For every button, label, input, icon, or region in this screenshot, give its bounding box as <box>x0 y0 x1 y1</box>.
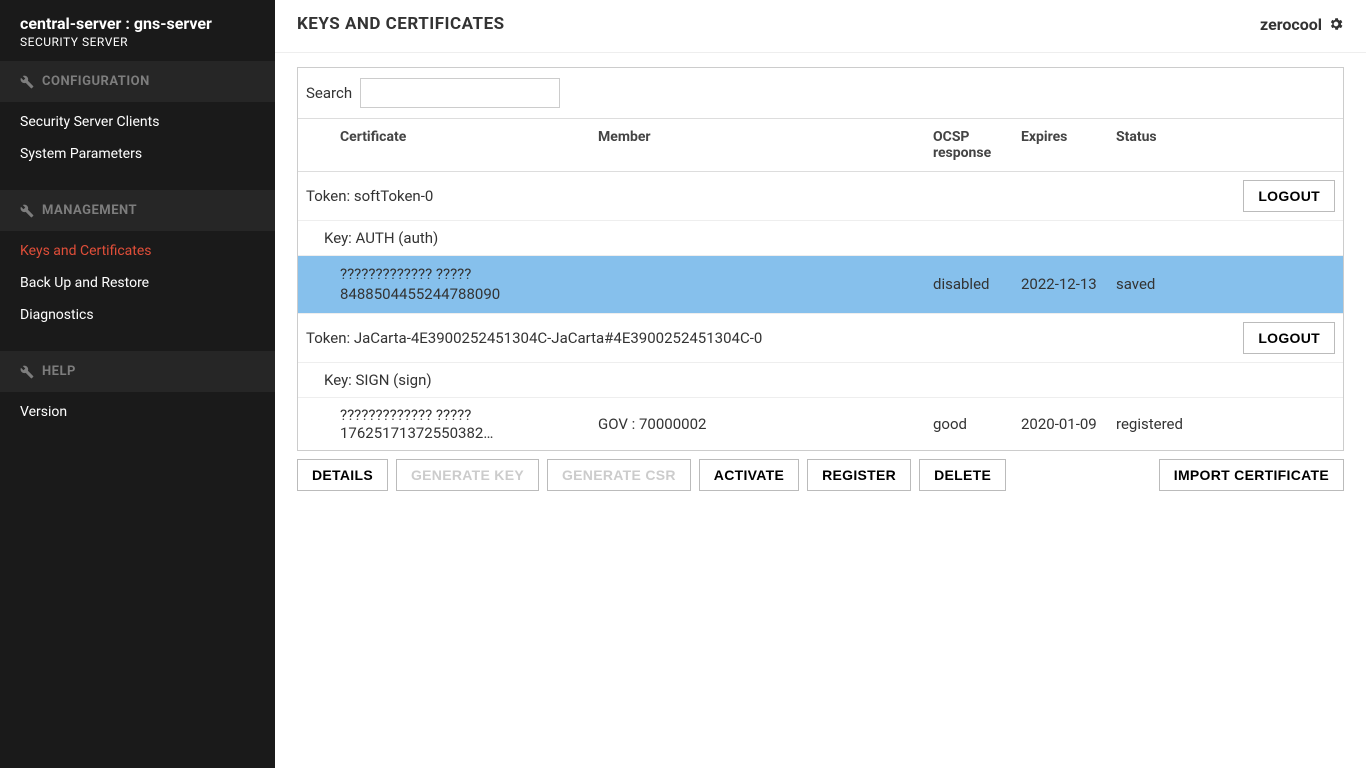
cert-name: ????????????? ????? 8488504455244788090 <box>298 264 598 305</box>
cert-expires: 2022-12-13 <box>1021 275 1116 293</box>
sidebar-item-keys-certs[interactable]: Keys and Certificates <box>0 235 275 267</box>
section-label: HELP <box>42 364 76 379</box>
cert-status: saved <box>1116 275 1343 293</box>
section-label: CONFIGURATION <box>42 74 150 89</box>
section-management[interactable]: MANAGEMENT <box>0 190 275 231</box>
sidebar-item-system-parameters[interactable]: System Parameters <box>0 138 275 170</box>
search-label: Search <box>306 84 352 102</box>
import-certificate-button[interactable]: IMPORT CERTIFICATE <box>1159 459 1344 491</box>
page-title: KEYS AND CERTIFICATES <box>297 14 505 34</box>
logout-button[interactable]: LOGOUT <box>1243 322 1335 354</box>
token-row[interactable]: Token: softToken-0 LOGOUT <box>298 172 1343 221</box>
panel: Search Certificate Member OCSP response … <box>297 67 1344 451</box>
register-button[interactable]: REGISTER <box>807 459 911 491</box>
server-name: central-server : gns-server <box>20 14 255 33</box>
cert-row[interactable]: ????????????? ????? 17625171372550382… G… <box>298 398 1343 450</box>
sidebar-item-backup-restore[interactable]: Back Up and Restore <box>0 267 275 299</box>
key-label: Key: SIGN (sign) <box>324 371 432 389</box>
cert-member: GOV : 70000002 <box>598 415 933 433</box>
content: Search Certificate Member OCSP response … <box>275 53 1366 505</box>
col-header-ocsp: OCSP response <box>933 129 1021 161</box>
col-header-certificate: Certificate <box>298 129 598 161</box>
username: zerocool <box>1260 15 1322 34</box>
details-button[interactable]: DETAILS <box>297 459 388 491</box>
logout-button[interactable]: LOGOUT <box>1243 180 1335 212</box>
section-configuration-items: Security Server Clients System Parameter… <box>0 102 275 190</box>
key-label: Key: AUTH (auth) <box>324 229 438 247</box>
delete-button[interactable]: DELETE <box>919 459 1006 491</box>
wrench-icon <box>20 75 34 89</box>
section-label: MANAGEMENT <box>42 203 137 218</box>
wrench-icon <box>20 204 34 218</box>
cert-row[interactable]: ????????????? ????? 8488504455244788090 … <box>298 256 1343 314</box>
wrench-icon <box>20 365 34 379</box>
sidebar: central-server : gns-server SECURITY SER… <box>0 0 275 768</box>
sidebar-header: central-server : gns-server SECURITY SER… <box>0 0 275 61</box>
token-row[interactable]: Token: JaCarta-4E3900252451304C-JaCarta#… <box>298 314 1343 363</box>
sidebar-item-clients[interactable]: Security Server Clients <box>0 106 275 138</box>
col-header-expires: Expires <box>1021 129 1116 161</box>
section-help-items: Version <box>0 392 275 448</box>
activate-button[interactable]: ACTIVATE <box>699 459 799 491</box>
topbar: KEYS AND CERTIFICATES zerocool <box>275 0 1366 53</box>
user-menu[interactable]: zerocool <box>1260 15 1344 34</box>
main: KEYS AND CERTIFICATES zerocool Search Ce… <box>275 0 1366 768</box>
generate-key-button: GENERATE KEY <box>396 459 539 491</box>
col-header-member: Member <box>598 129 933 161</box>
section-help[interactable]: HELP <box>0 351 275 392</box>
col-header-status: Status <box>1116 129 1343 161</box>
gear-icon <box>1328 16 1344 32</box>
actions-left: DETAILS GENERATE KEY GENERATE CSR ACTIVA… <box>297 459 1006 491</box>
cert-name: ????????????? ????? 17625171372550382… <box>298 406 598 442</box>
token-label: Token: JaCarta-4E3900252451304C-JaCarta#… <box>306 329 762 347</box>
sidebar-item-diagnostics[interactable]: Diagnostics <box>0 299 275 331</box>
search-input[interactable] <box>360 78 560 108</box>
generate-csr-button: GENERATE CSR <box>547 459 691 491</box>
cert-ocsp: disabled <box>933 275 1021 293</box>
key-row[interactable]: Key: SIGN (sign) <box>298 363 1343 398</box>
actions: DETAILS GENERATE KEY GENERATE CSR ACTIVA… <box>297 459 1344 491</box>
table-header: Certificate Member OCSP response Expires… <box>298 119 1343 172</box>
cert-expires: 2020-01-09 <box>1021 415 1116 433</box>
cert-ocsp: good <box>933 415 1021 433</box>
section-management-items: Keys and Certificates Back Up and Restor… <box>0 231 275 351</box>
token-label: Token: softToken-0 <box>306 187 433 205</box>
sidebar-item-version[interactable]: Version <box>0 396 275 428</box>
server-role: SECURITY SERVER <box>20 35 255 49</box>
search-row: Search <box>298 68 1343 119</box>
cert-status: registered <box>1116 415 1343 433</box>
section-configuration[interactable]: CONFIGURATION <box>0 61 275 102</box>
key-row[interactable]: Key: AUTH (auth) <box>298 221 1343 256</box>
